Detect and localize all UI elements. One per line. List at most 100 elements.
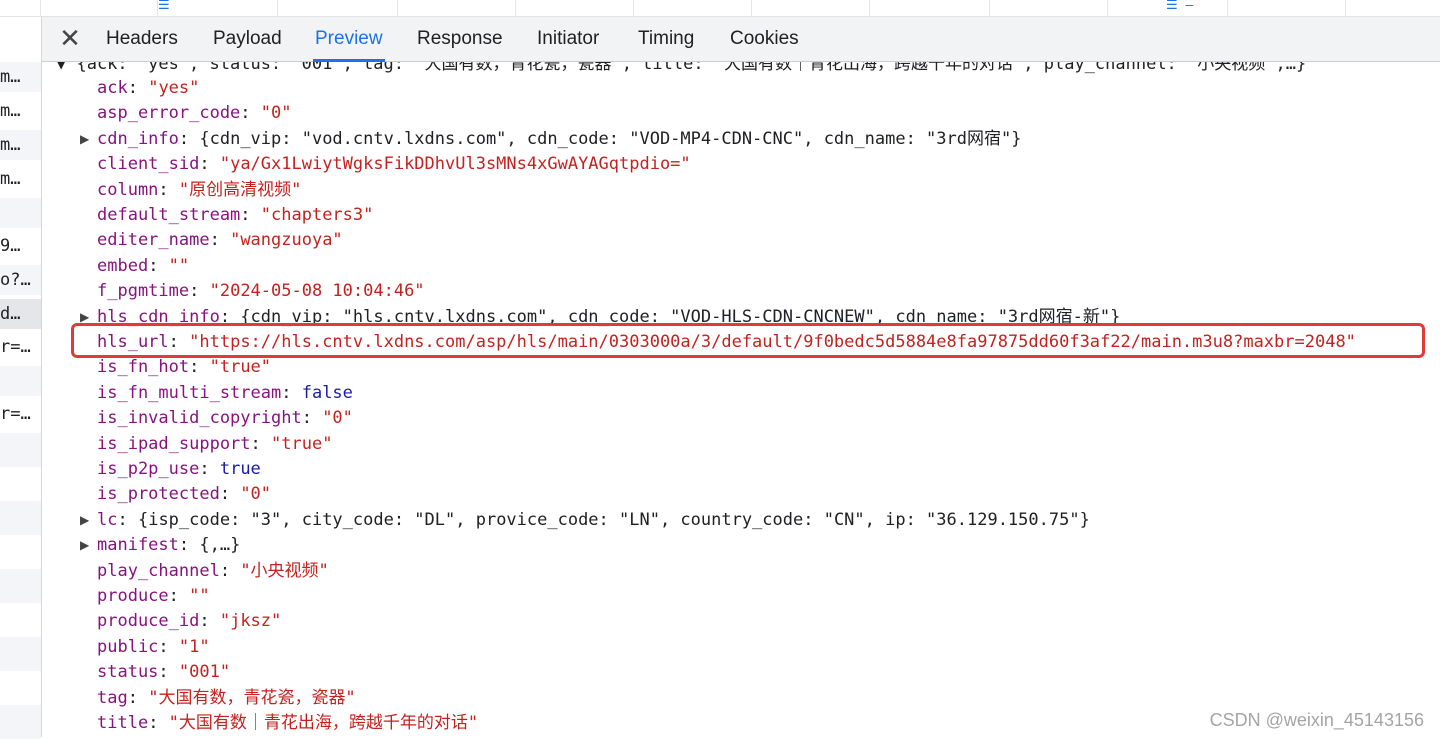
detail-tab-bar: ✕ Headers Payload Preview Response Initi… bbox=[42, 17, 1440, 62]
json-root-summary: ▼ {ack: "yes", status: "001", tag: "大国有数… bbox=[56, 62, 1307, 74]
request-row[interactable] bbox=[0, 433, 41, 467]
json-key: produce bbox=[97, 586, 169, 606]
request-row[interactable]: m… bbox=[0, 62, 41, 92]
json-key: lc bbox=[97, 509, 118, 530]
json-property-is-invalid-copyright: is_invalid_copyright: "0" bbox=[97, 406, 353, 431]
table-cell bbox=[989, 0, 1108, 16]
json-property-title: title: "大国有数｜青花出海，跨越千年的对话" bbox=[97, 711, 478, 736]
table-cell bbox=[157, 0, 278, 16]
colon: : bbox=[148, 713, 169, 733]
request-row[interactable] bbox=[0, 501, 41, 535]
json-key: is_ipad_support bbox=[97, 433, 251, 454]
tab-payload[interactable]: Payload bbox=[213, 17, 282, 61]
expand-triangle-icon[interactable]: ▶ bbox=[80, 533, 92, 558]
tab-timing[interactable]: Timing bbox=[638, 17, 694, 61]
json-property-status: status: "001" bbox=[97, 660, 230, 685]
table-cell bbox=[397, 0, 516, 16]
close-icon[interactable]: ✕ bbox=[57, 26, 83, 52]
request-name: o?… bbox=[0, 270, 31, 290]
json-property-is-fn-multi-stream: is_fn_multi_stream: false bbox=[97, 381, 353, 406]
json-key: status bbox=[97, 662, 159, 683]
json-value: {,…} bbox=[199, 535, 241, 556]
json-property-is-fn-hot: is_fn_hot: "true" bbox=[97, 355, 271, 380]
json-value: "true" bbox=[271, 433, 333, 454]
json-value: "wangzuoya" bbox=[230, 230, 343, 251]
request-row[interactable] bbox=[0, 569, 41, 603]
json-property-is-protected: is_protected: "0" bbox=[97, 482, 271, 507]
colon: : bbox=[127, 78, 149, 98]
colon: : bbox=[189, 357, 210, 378]
tab-headers[interactable]: Headers bbox=[106, 17, 178, 61]
request-row[interactable] bbox=[0, 198, 41, 228]
colon: : bbox=[117, 509, 138, 530]
watermark: CSDN @weixin_45143156 bbox=[1209, 710, 1424, 730]
waterfall-icon: ☰ — bbox=[1166, 0, 1194, 13]
json-key: manifest bbox=[97, 535, 179, 556]
request-row[interactable] bbox=[0, 366, 41, 396]
request-row[interactable] bbox=[0, 637, 41, 671]
json-property-ack: ack: "yes" bbox=[97, 76, 199, 101]
json-property-cdn-info[interactable]: ▶ cdn_info: {cdn_vip: "vod.cntv.lxdns.com… bbox=[80, 127, 1021, 152]
colon: : bbox=[250, 433, 272, 454]
request-row[interactable] bbox=[0, 705, 41, 739]
json-key: ack bbox=[97, 78, 128, 98]
request-row[interactable]: m… bbox=[0, 130, 41, 160]
colon: : bbox=[240, 103, 261, 124]
json-value: "原创高清视频" bbox=[178, 179, 302, 200]
json-key: default_stream bbox=[97, 205, 241, 225]
json-property-is-ipad-support: is_ipad_support: "true" bbox=[97, 432, 332, 457]
json-property-play-channel: play_channel: "小央视频" bbox=[97, 559, 329, 584]
request-row-selected[interactable]: d… bbox=[0, 299, 41, 329]
json-key: cdn_info bbox=[97, 128, 179, 149]
request-row[interactable]: r=… bbox=[0, 332, 41, 362]
request-row[interactable]: m… bbox=[0, 96, 41, 126]
table-cell bbox=[633, 0, 752, 16]
colon: : bbox=[199, 611, 220, 632]
json-value: "true" bbox=[209, 357, 272, 378]
json-property-is-p2p-use: is_p2p_use: true bbox=[97, 457, 261, 482]
colon: : bbox=[301, 408, 323, 429]
json-key: is_fn_hot bbox=[97, 357, 190, 378]
colon: : bbox=[219, 560, 241, 581]
request-name: m… bbox=[0, 67, 21, 87]
json-property-produce: produce: "" bbox=[97, 584, 210, 609]
json-value: false bbox=[301, 382, 353, 403]
json-property-lc[interactable]: ▶ lc: {isp_code: "3", city_code: "DL", pr… bbox=[80, 508, 1090, 533]
request-name: r=… bbox=[0, 337, 31, 357]
json-root-line[interactable]: ▼ {ack: "yes", status: "001", tag: "大国有数… bbox=[56, 62, 1306, 77]
colon: : bbox=[240, 205, 261, 225]
colon: : bbox=[281, 382, 302, 403]
tab-preview[interactable]: Preview bbox=[313, 17, 385, 62]
expand-triangle-icon[interactable]: ▶ bbox=[80, 508, 92, 533]
json-key: public bbox=[97, 636, 159, 657]
json-property-asp-error-code: asp_error_code: "0" bbox=[97, 101, 292, 126]
json-value: "001" bbox=[178, 662, 231, 683]
json-value: "0" bbox=[322, 408, 353, 429]
request-row[interactable]: m… bbox=[0, 164, 41, 194]
json-property-tag: tag: "大国有数，青花瓷，瓷器" bbox=[97, 686, 356, 711]
json-key: play_channel bbox=[97, 560, 220, 581]
json-property-public: public: "1" bbox=[97, 635, 210, 660]
json-value: "ya/Gx1LwiytWgksFikDDhvUl3sMNs4xGwAYAGqt… bbox=[219, 154, 691, 175]
json-preview-tree: ▼ {ack: "yes", status: "001", tag: "大国有数… bbox=[42, 62, 1440, 737]
colon: : bbox=[158, 662, 179, 683]
colon: : bbox=[219, 484, 241, 505]
request-name: d… bbox=[0, 304, 21, 324]
colon: : bbox=[158, 636, 179, 657]
table-cell bbox=[869, 0, 990, 16]
table-cell bbox=[751, 0, 870, 16]
request-row[interactable]: o?… bbox=[0, 265, 41, 295]
table-cell bbox=[277, 0, 398, 16]
tab-initiator[interactable]: Initiator bbox=[537, 17, 599, 61]
request-name: m… bbox=[0, 135, 21, 155]
tab-response[interactable]: Response bbox=[417, 17, 503, 61]
request-row[interactable]: r=… bbox=[0, 399, 41, 429]
json-property-manifest[interactable]: ▶ manifest: {,…} bbox=[80, 533, 241, 558]
request-name: m… bbox=[0, 169, 21, 189]
json-value: "大国有数，青花瓷，瓷器" bbox=[148, 687, 356, 708]
json-property-editer-name: editer_name: "wangzuoya" bbox=[97, 228, 343, 253]
tab-cookies[interactable]: Cookies bbox=[730, 17, 799, 61]
expand-triangle-icon[interactable]: ▶ bbox=[80, 127, 92, 152]
colon: : bbox=[158, 179, 179, 200]
request-row[interactable]: 9… bbox=[0, 231, 41, 261]
